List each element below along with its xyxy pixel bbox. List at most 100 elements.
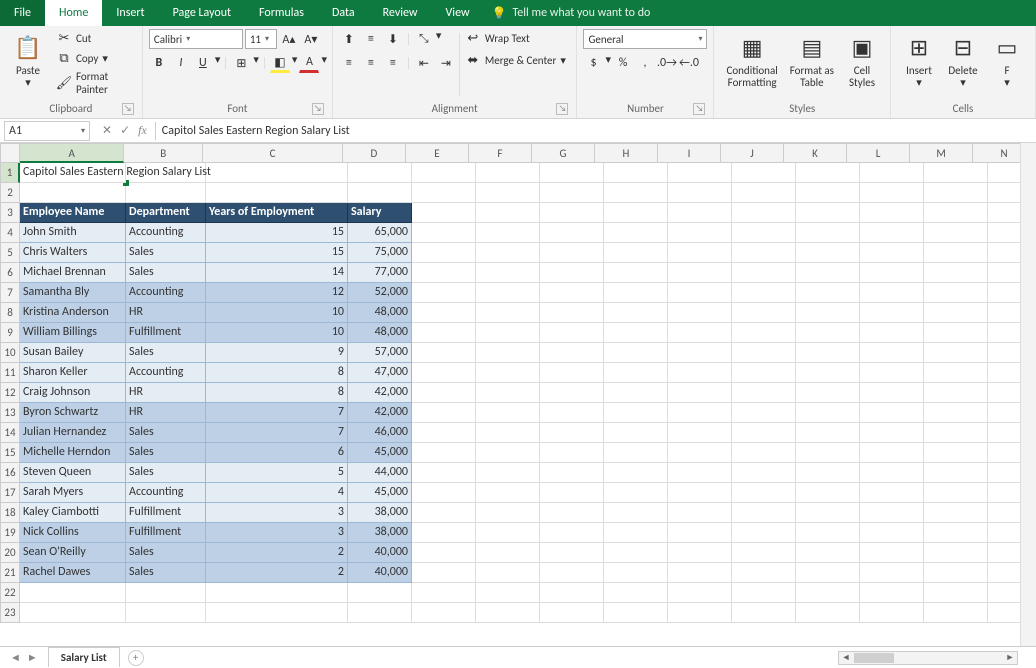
cell-J5[interactable] xyxy=(732,243,796,263)
cell-A20[interactable]: Sean O'Reilly xyxy=(20,543,126,563)
spreadsheet-grid[interactable]: ABCDEFGHIJKLMN 1Capitol Sales Eastern Re… xyxy=(0,143,1036,643)
cell-L18[interactable] xyxy=(860,503,924,523)
cell-B16[interactable]: Sales xyxy=(126,463,206,483)
add-sheet-button[interactable]: + xyxy=(128,650,144,666)
cell-L9[interactable] xyxy=(860,323,924,343)
column-header-E[interactable]: E xyxy=(406,143,469,163)
name-box[interactable]: A1▾ xyxy=(4,121,90,141)
cell-L1[interactable] xyxy=(860,163,924,183)
row-header-9[interactable]: 9 xyxy=(0,323,20,343)
cell-C10[interactable]: 9 xyxy=(206,343,348,363)
cell-F22[interactable] xyxy=(476,583,540,603)
column-header-F[interactable]: F xyxy=(469,143,532,163)
cell-I22[interactable] xyxy=(668,583,732,603)
cell-K17[interactable] xyxy=(796,483,860,503)
orientation-button[interactable]: ⤡ xyxy=(414,29,434,49)
row-header-1[interactable]: 1 xyxy=(0,163,20,183)
cell-E9[interactable] xyxy=(412,323,476,343)
cell-A4[interactable]: John Smith xyxy=(20,223,126,243)
cell-F19[interactable] xyxy=(476,523,540,543)
cell-E18[interactable] xyxy=(412,503,476,523)
cell-M3[interactable] xyxy=(924,203,988,223)
tab-review[interactable]: Review xyxy=(369,0,432,26)
italic-button[interactable]: I xyxy=(171,53,191,73)
cell-C4[interactable]: 15 xyxy=(206,223,348,243)
cell-M1[interactable] xyxy=(924,163,988,183)
cell-K4[interactable] xyxy=(796,223,860,243)
cell-K2[interactable] xyxy=(796,183,860,203)
cell-F17[interactable] xyxy=(476,483,540,503)
cell-E1[interactable] xyxy=(412,163,476,183)
cell-C23[interactable] xyxy=(206,603,348,623)
cell-L22[interactable] xyxy=(860,583,924,603)
cell-I19[interactable] xyxy=(668,523,732,543)
cell-G15[interactable] xyxy=(540,443,604,463)
cell-H15[interactable] xyxy=(604,443,668,463)
cell-D2[interactable] xyxy=(348,183,412,203)
cell-B4[interactable]: Accounting xyxy=(126,223,206,243)
cell-K13[interactable] xyxy=(796,403,860,423)
row-header-11[interactable]: 11 xyxy=(0,363,20,383)
cell-H6[interactable] xyxy=(604,263,668,283)
row-header-3[interactable]: 3 xyxy=(0,203,20,223)
cell-H21[interactable] xyxy=(604,563,668,583)
cell-E11[interactable] xyxy=(412,363,476,383)
conditional-formatting-button[interactable]: ▦Conditional Formatting xyxy=(720,29,783,91)
cell-D18[interactable]: 38,000 xyxy=(348,503,412,523)
cell-B18[interactable]: Fulfillment xyxy=(126,503,206,523)
cell-E19[interactable] xyxy=(412,523,476,543)
cell-E6[interactable] xyxy=(412,263,476,283)
cell-D6[interactable]: 77,000 xyxy=(348,263,412,283)
cell-D9[interactable]: 48,000 xyxy=(348,323,412,343)
column-header-J[interactable]: J xyxy=(721,143,784,163)
cell-J2[interactable] xyxy=(732,183,796,203)
cell-H17[interactable] xyxy=(604,483,668,503)
cell-J4[interactable] xyxy=(732,223,796,243)
cell-A5[interactable]: Chris Walters xyxy=(20,243,126,263)
cell-A15[interactable]: Michelle Herndon xyxy=(20,443,126,463)
cell-G13[interactable] xyxy=(540,403,604,423)
cell-L20[interactable] xyxy=(860,543,924,563)
row-header-18[interactable]: 18 xyxy=(0,503,20,523)
cell-D14[interactable]: 46,000 xyxy=(348,423,412,443)
cell-J15[interactable] xyxy=(732,443,796,463)
cell-C12[interactable]: 8 xyxy=(206,383,348,403)
decrease-font-button[interactable]: A▾ xyxy=(301,29,321,49)
cell-K9[interactable] xyxy=(796,323,860,343)
cell-D21[interactable]: 40,000 xyxy=(348,563,412,583)
cell-K6[interactable] xyxy=(796,263,860,283)
align-middle-button[interactable]: ≡ xyxy=(361,29,381,49)
cell-J8[interactable] xyxy=(732,303,796,323)
cell-A7[interactable]: Samantha Bly xyxy=(20,283,126,303)
increase-font-button[interactable]: A▴ xyxy=(279,29,299,49)
cell-F3[interactable] xyxy=(476,203,540,223)
row-header-7[interactable]: 7 xyxy=(0,283,20,303)
decrease-decimal-button[interactable]: ←.0 xyxy=(679,53,699,73)
row-header-21[interactable]: 21 xyxy=(0,563,20,583)
cell-E23[interactable] xyxy=(412,603,476,623)
cell-J10[interactable] xyxy=(732,343,796,363)
increase-decimal-button[interactable]: .0→ xyxy=(657,53,677,73)
cell-G22[interactable] xyxy=(540,583,604,603)
cell-E7[interactable] xyxy=(412,283,476,303)
cell-G9[interactable] xyxy=(540,323,604,343)
cell-J7[interactable] xyxy=(732,283,796,303)
cell-F8[interactable] xyxy=(476,303,540,323)
cell-A6[interactable]: Michael Brennan xyxy=(20,263,126,283)
cell-I1[interactable] xyxy=(668,163,732,183)
cell-G19[interactable] xyxy=(540,523,604,543)
cell-G18[interactable] xyxy=(540,503,604,523)
cell-E20[interactable] xyxy=(412,543,476,563)
cell-L2[interactable] xyxy=(860,183,924,203)
cell-G1[interactable] xyxy=(540,163,604,183)
cell-B6[interactable]: Sales xyxy=(126,263,206,283)
tab-file[interactable]: File xyxy=(0,0,45,26)
cell-D10[interactable]: 57,000 xyxy=(348,343,412,363)
horizontal-scrollbar[interactable]: ◄► xyxy=(838,651,1018,665)
sheet-nav-prev[interactable]: ◄ xyxy=(10,651,21,664)
cell-H10[interactable] xyxy=(604,343,668,363)
cell-B23[interactable] xyxy=(126,603,206,623)
row-header-5[interactable]: 5 xyxy=(0,243,20,263)
cell-L21[interactable] xyxy=(860,563,924,583)
sheet-nav-next[interactable]: ► xyxy=(27,651,38,664)
